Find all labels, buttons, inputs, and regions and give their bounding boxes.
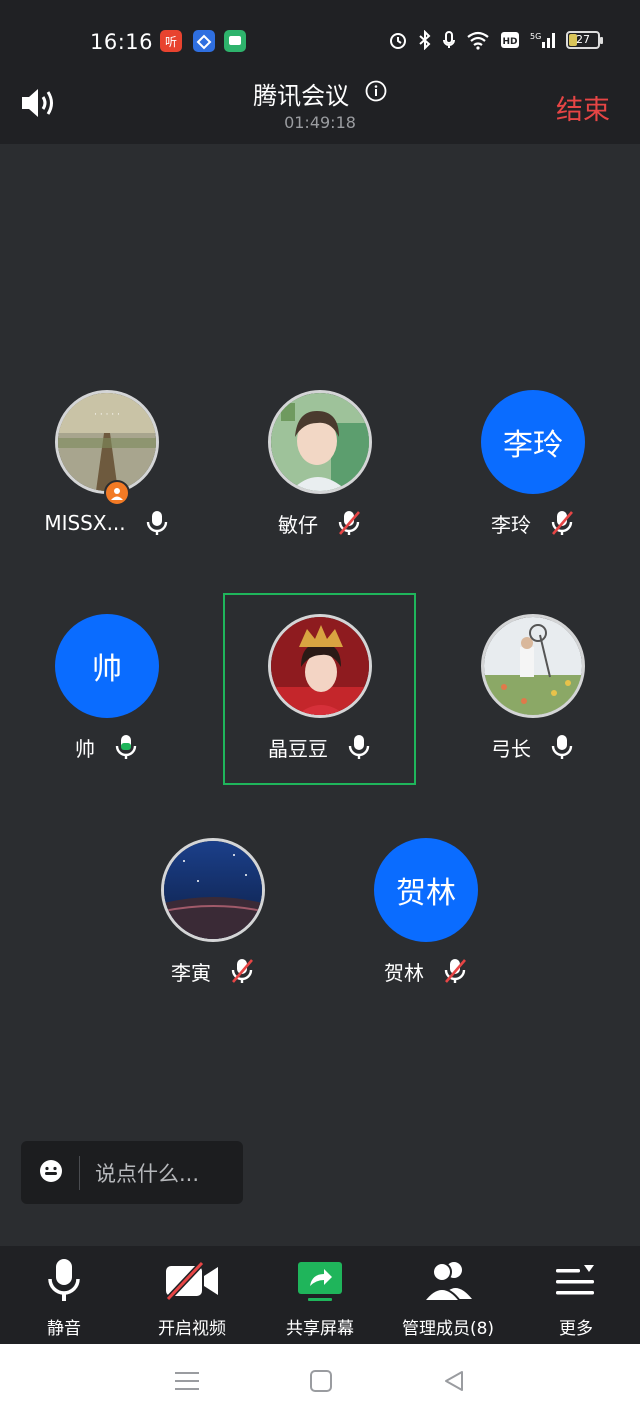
participant-avatar: 帅: [55, 614, 159, 718]
svg-text:5G: 5G: [530, 32, 541, 41]
mic-muted-icon: [444, 959, 466, 983]
chat-input[interactable]: 说点什么...: [21, 1141, 243, 1204]
battery-icon: 27: [566, 31, 603, 49]
participant-tile[interactable]: 敏仔: [225, 390, 415, 538]
share-screen-label: 共享屏幕: [286, 1319, 354, 1339]
alarm-icon: [390, 33, 406, 49]
members-icon: [422, 1256, 474, 1306]
start-video-label: 开启视频: [158, 1319, 226, 1339]
mic-on-icon: [551, 735, 573, 759]
microphone-icon: [47, 1256, 81, 1306]
mute-button[interactable]: 静音: [0, 1246, 128, 1344]
participant-tile[interactable]: 李玲 李玲: [438, 390, 628, 538]
bottom-toolbar: 静音 开启视频 共享屏幕 管理成员(8) 更多: [0, 1246, 640, 1344]
share-screen-icon: [296, 1256, 344, 1306]
manage-members-button[interactable]: 管理成员(8): [384, 1246, 512, 1344]
participant-avatar: · · · · ·: [55, 390, 159, 494]
participant-name: 弓长: [491, 736, 531, 761]
signal-5g-icon: 5G: [530, 32, 555, 48]
mic-speaking-icon: [115, 735, 137, 759]
participant-tile[interactable]: 李寅: [118, 838, 308, 986]
participant-avatar: [161, 838, 265, 942]
more-menu-icon: [554, 1256, 598, 1306]
mic-muted-icon: [231, 959, 253, 983]
ting-app-icon: 听: [160, 30, 182, 52]
share-screen-button[interactable]: 共享屏幕: [256, 1246, 384, 1344]
participant-tile[interactable]: 弓长: [438, 614, 628, 762]
bluetooth-icon: [419, 30, 431, 50]
participant-tile[interactable]: 帅 帅: [12, 614, 202, 762]
menu-nav-icon[interactable]: [174, 1369, 200, 1397]
info-icon[interactable]: [365, 80, 387, 108]
chat-divider: [79, 1155, 80, 1190]
status-bar: 16:16 听 HD 5G 27: [0, 22, 640, 64]
more-label: 更多: [559, 1319, 593, 1339]
meeting-title[interactable]: 腾讯会议: [0, 76, 640, 111]
bank-app-icon: [193, 30, 215, 52]
start-video-button[interactable]: 开启视频: [128, 1246, 256, 1344]
participant-tile[interactable]: 贺林 贺林: [331, 838, 521, 986]
participant-name: 帅: [75, 736, 95, 761]
meeting-title-text: 腾讯会议: [253, 82, 350, 110]
participant-avatar: [268, 390, 372, 494]
wifi-icon: [467, 31, 489, 50]
back-nav-icon[interactable]: [442, 1369, 466, 1397]
participant-tile[interactable]: 晶豆豆: [225, 614, 415, 762]
system-icons: HD 5G 27: [388, 30, 603, 50]
video-off-icon: [164, 1256, 220, 1306]
mic-on-icon: [146, 511, 167, 535]
mic-muted-icon: [338, 511, 360, 535]
participant-avatar: [481, 614, 585, 718]
svg-text:· · · · ·: · · · · ·: [94, 410, 120, 420]
chat-placeholder: 说点什么...: [95, 1161, 200, 1186]
participant-avatar: 李玲: [481, 390, 585, 494]
host-badge-icon: [104, 480, 130, 506]
end-meeting-button[interactable]: 结束: [556, 88, 610, 127]
participant-avatar: 贺林: [374, 838, 478, 942]
participant-tile[interactable]: · · · · · MISSX...: [12, 390, 202, 538]
system-nav-bar: [0, 1344, 640, 1422]
emoji-icon[interactable]: [39, 1159, 63, 1187]
hd-icon: HD: [501, 32, 519, 48]
svg-text:HD: HD: [502, 37, 517, 47]
more-button[interactable]: 更多: [512, 1246, 640, 1344]
manage-members-label: 管理成员(8): [401, 1319, 495, 1339]
participant-name: 李寅: [171, 960, 211, 985]
mute-label: 静音: [47, 1319, 81, 1339]
participant-avatar: [268, 614, 372, 718]
meeting-duration: 01:49:18: [284, 113, 356, 132]
participant-name: 贺林: [384, 960, 424, 985]
status-time: 16:16: [90, 30, 154, 54]
home-nav-icon[interactable]: [309, 1369, 333, 1397]
participant-name: 晶豆豆: [268, 736, 328, 761]
participant-name: MISSX...: [44, 511, 126, 535]
participant-name: 敏仔: [278, 512, 318, 537]
svg-text:听: 听: [165, 35, 177, 49]
mic-status-icon: [443, 31, 455, 48]
chat-app-icon: [224, 30, 246, 52]
participant-name: 李玲: [491, 512, 531, 537]
top-bar: 16:16 听 HD 5G 27 腾讯会议 01:49:18 结束: [0, 0, 640, 144]
mic-on-icon: [348, 735, 370, 759]
mic-muted-icon: [551, 511, 573, 535]
